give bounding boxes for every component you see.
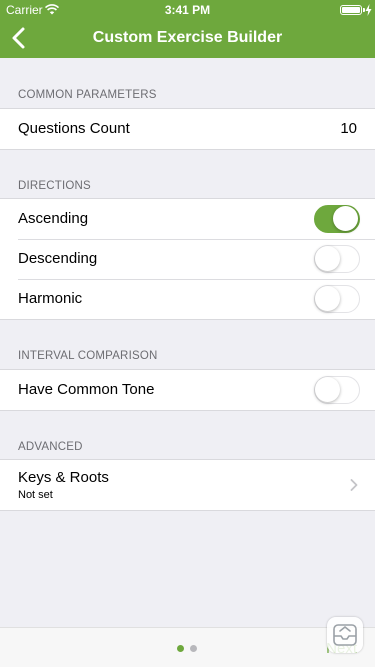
toggle-knob: [315, 246, 340, 271]
chevron-right-icon: [350, 479, 358, 491]
section-header-directions: DIRECTIONS: [18, 180, 91, 192]
common-tone-row: Have Common Tone: [0, 370, 375, 410]
charging-bolt-icon: [365, 4, 372, 16]
tray-icon: [333, 624, 357, 646]
harmonic-row: Harmonic: [0, 279, 375, 319]
status-bar: Carrier 3:41 PM: [0, 0, 375, 20]
common-tone-label: Have Common Tone: [18, 381, 155, 398]
section-header-common: COMMON PARAMETERS: [18, 89, 157, 101]
ascending-label: Ascending: [18, 210, 89, 227]
keys-roots-row[interactable]: Keys & Roots Not set: [0, 460, 375, 510]
section-header-advanced: ADVANCED: [18, 441, 83, 453]
harmonic-toggle[interactable]: [314, 285, 360, 313]
descending-row: Descending: [0, 239, 375, 279]
page-dot-active: [177, 645, 184, 652]
navigation-bar: Custom Exercise Builder: [0, 20, 375, 58]
ascending-row: Ascending: [0, 199, 375, 239]
harmonic-label: Harmonic: [18, 290, 83, 307]
toggle-knob: [315, 377, 340, 402]
group-advanced: Keys & Roots Not set: [0, 459, 375, 511]
screen: Carrier 3:41 PM Custom Exercise Builder …: [0, 0, 375, 667]
descending-toggle[interactable]: [314, 245, 360, 273]
clock: 3:41 PM: [164, 3, 211, 17]
questions-count-row[interactable]: Questions Count 10: [0, 109, 375, 149]
battery-icon: [340, 5, 362, 15]
footer-toolbar: Next: [0, 627, 375, 667]
page-indicator: [177, 645, 199, 653]
descending-label: Descending: [18, 250, 98, 267]
section-header-interval-comparison: INTERVAL COMPARISON: [18, 350, 158, 362]
toggle-knob: [333, 206, 358, 231]
ascending-toggle[interactable]: [314, 205, 360, 233]
group-interval-comparison: Have Common Tone: [0, 369, 375, 411]
header: Carrier 3:41 PM Custom Exercise Builder: [0, 0, 375, 58]
page-dot-inactive: [190, 645, 197, 652]
page-title: Custom Exercise Builder: [92, 29, 283, 46]
group-directions: Ascending Descending Harmonic: [0, 198, 375, 320]
toggle-knob: [315, 286, 340, 311]
questions-count-label: Questions Count: [18, 120, 130, 137]
battery-level: [342, 7, 360, 13]
questions-count-value: 10: [340, 120, 357, 137]
group-common-parameters: Questions Count 10: [0, 108, 375, 150]
keys-roots-subtitle: Not set: [18, 489, 53, 501]
common-tone-toggle[interactable]: [314, 376, 360, 404]
app-badge-icon[interactable]: [327, 617, 363, 653]
keys-roots-title: Keys & Roots: [18, 469, 109, 486]
